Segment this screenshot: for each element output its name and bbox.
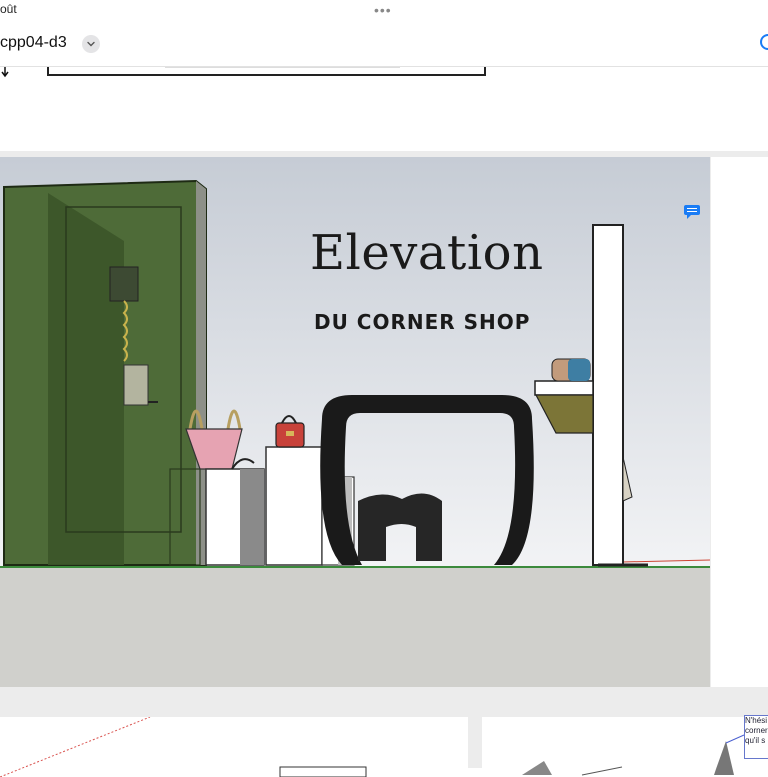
- next-slide-thumbnail-left[interactable]: [0, 717, 468, 777]
- annotation-note: N'hési corner qu'il s: [744, 715, 768, 759]
- search-icon[interactable]: [758, 32, 768, 52]
- note-line: corner: [745, 726, 768, 735]
- note-line: qu'il s: [745, 736, 766, 745]
- next-slide-right-graphic: [522, 734, 745, 776]
- note-line: N'hési: [745, 716, 767, 725]
- slide-subtitle: DU CORNER SHOP: [314, 310, 531, 334]
- arrow-down-icon: [1, 67, 9, 78]
- comment-icon[interactable]: [683, 204, 701, 220]
- chevron-down-icon: [87, 41, 95, 47]
- previous-slide-graphic: [1, 62, 486, 78]
- next-slide-edge: [711, 157, 768, 687]
- status-date: oût: [0, 2, 17, 16]
- previous-slide[interactable]: [0, 62, 768, 151]
- next-slide-thumbnail-right[interactable]: [482, 717, 768, 777]
- slide-title: Elevation: [310, 225, 544, 281]
- more-dots-icon[interactable]: •••: [374, 2, 392, 18]
- document-title[interactable]: cpp04-d3: [0, 34, 67, 52]
- next-slide-left-graphic: [0, 717, 367, 777]
- glass-cabinet: [3, 179, 207, 566]
- current-slide[interactable]: Elevation DU CORNER SHOP: [0, 157, 710, 687]
- title-menu-button[interactable]: [82, 35, 100, 53]
- slides-scroll-area[interactable]: Elevation DU CORNER SHOP N'hési corner q…: [0, 62, 768, 777]
